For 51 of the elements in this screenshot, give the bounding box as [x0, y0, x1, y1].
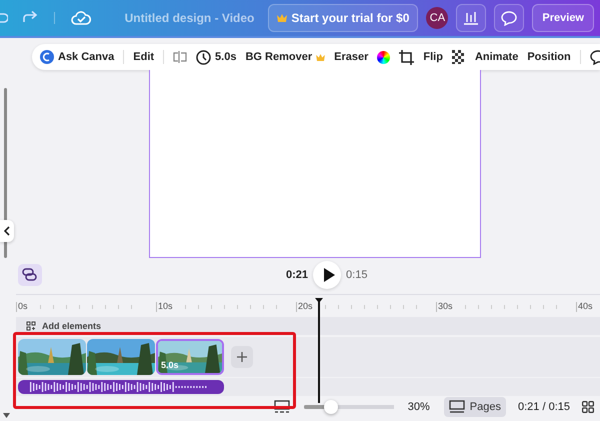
video-clip[interactable]: [18, 339, 86, 375]
speech-bubble-icon: [501, 10, 518, 26]
add-clip-button[interactable]: [231, 346, 253, 368]
total-time: 0:15: [346, 269, 368, 281]
pages-button[interactable]: Pages: [444, 397, 506, 417]
current-time: 0:21: [286, 269, 308, 281]
bar-chart-icon: [464, 11, 478, 25]
zoom-reading: 30%: [408, 401, 430, 413]
grid-view-icon[interactable]: [274, 400, 290, 414]
crown-icon: [277, 14, 288, 22]
flip-button[interactable]: Flip: [423, 51, 443, 63]
comment-button[interactable]: [494, 4, 524, 32]
ruler-label: 10s: [158, 302, 173, 311]
clock-icon: [196, 50, 212, 64]
scroll-down-icon[interactable]: [3, 413, 10, 418]
collapse-button[interactable]: [0, 220, 14, 242]
duration-button[interactable]: 5.0s: [196, 50, 236, 64]
link-icon: [22, 268, 38, 282]
color-wheel-icon[interactable]: [377, 50, 390, 64]
ruler-label: 0s: [18, 302, 28, 311]
plus-icon: [237, 352, 247, 362]
split-icon[interactable]: [173, 50, 188, 64]
insights-button[interactable]: [456, 4, 486, 32]
video-clip[interactable]: [87, 339, 155, 375]
animate-button[interactable]: Animate: [474, 51, 518, 63]
bg-remover-button[interactable]: BG Remover: [245, 51, 326, 63]
timecode: 0:21 / 0:15: [518, 401, 570, 413]
assistant-icon: [40, 50, 54, 64]
monitor-icon: [448, 400, 465, 414]
eraser-button[interactable]: Eraser: [334, 51, 368, 63]
preview-button[interactable]: Preview: [532, 4, 594, 32]
grid-icon[interactable]: [582, 401, 594, 413]
crown-icon: [316, 54, 326, 60]
clip-duration: 5.0s: [161, 360, 179, 370]
play-button[interactable]: [313, 261, 342, 289]
crop-icon[interactable]: [399, 50, 414, 64]
ruler-label: 40s: [578, 302, 593, 311]
add-elements-icon[interactable]: [26, 321, 36, 331]
ask-canva-button[interactable]: Ask Canva: [40, 50, 114, 64]
ruler-label: 30s: [438, 302, 453, 311]
avatar[interactable]: CA: [426, 7, 448, 29]
cloud-check-icon[interactable]: [71, 10, 91, 26]
transparency-icon[interactable]: [452, 50, 466, 64]
link-button[interactable]: [18, 264, 42, 286]
play-icon: [322, 268, 335, 282]
position-button[interactable]: Position: [527, 51, 571, 63]
chevron-left-icon: [4, 226, 10, 236]
add-elements-label[interactable]: Add elements: [42, 321, 102, 331]
ruler-label: 20s: [298, 302, 313, 311]
trial-button[interactable]: Start your trial for $0: [268, 4, 418, 32]
edit-button[interactable]: Edit: [133, 51, 154, 63]
